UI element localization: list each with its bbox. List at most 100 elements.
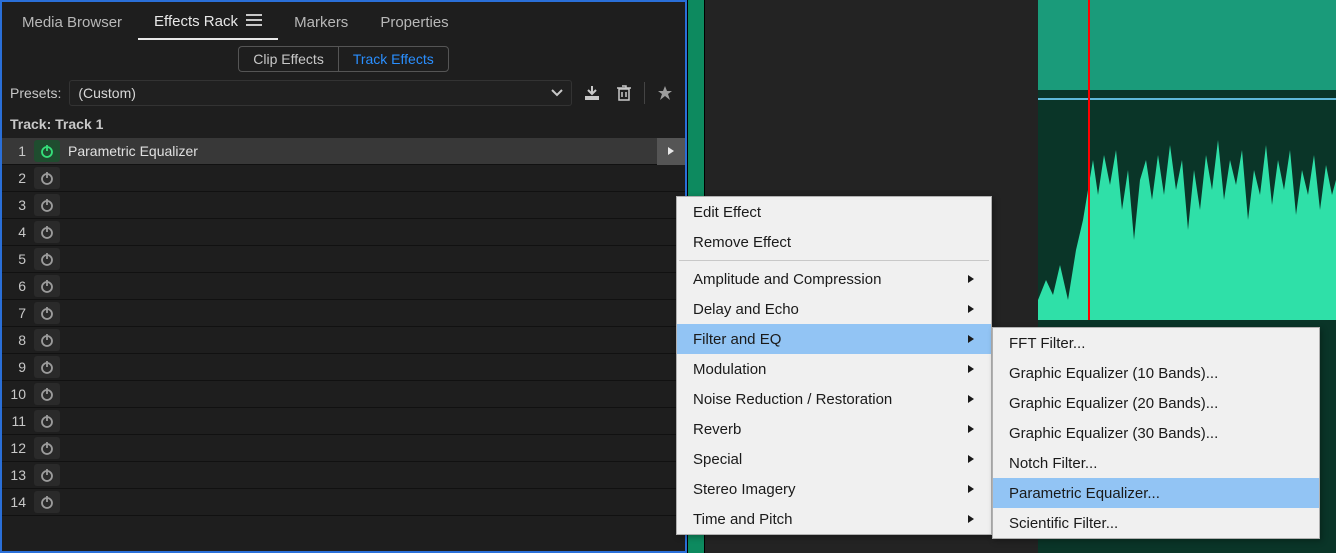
menu-item-label: Time and Pitch [693, 511, 793, 528]
power-toggle-icon[interactable] [34, 491, 60, 513]
submenu-item[interactable]: Graphic Equalizer (20 Bands)... [993, 388, 1319, 418]
menu-item[interactable]: Delay and Echo [677, 294, 991, 324]
power-toggle-icon[interactable] [34, 410, 60, 432]
tab-effects-rack[interactable]: Effects Rack [138, 5, 278, 40]
menu-item[interactable]: Edit Effect [677, 197, 991, 227]
power-toggle-icon[interactable] [34, 329, 60, 351]
presets-dropdown[interactable]: (Custom) [69, 80, 572, 106]
effect-slot[interactable]: 9 [2, 354, 685, 381]
power-toggle-icon[interactable] [34, 383, 60, 405]
submenu-item[interactable]: FFT Filter... [993, 328, 1319, 358]
power-toggle-icon[interactable] [34, 140, 60, 162]
effects-subtabs: Clip Effects Track Effects [2, 42, 685, 76]
subtab-clip-effects[interactable]: Clip Effects [238, 46, 338, 72]
effect-slot[interactable]: 7 [2, 300, 685, 327]
menu-item[interactable]: Amplitude and Compression [677, 264, 991, 294]
effect-slot[interactable]: 3 [2, 192, 685, 219]
power-toggle-icon[interactable] [34, 464, 60, 486]
subtab-track-effects[interactable]: Track Effects [338, 46, 449, 72]
power-toggle-icon[interactable] [34, 302, 60, 324]
save-preset-button[interactable] [580, 81, 604, 105]
submenu-arrow-icon [967, 301, 975, 318]
power-toggle-icon[interactable] [34, 356, 60, 378]
submenu-item-label: Graphic Equalizer (10 Bands)... [1009, 365, 1218, 382]
power-toggle-icon[interactable] [34, 221, 60, 243]
submenu-arrow-icon [967, 451, 975, 468]
power-toggle-icon[interactable] [34, 194, 60, 216]
tab-media-browser[interactable]: Media Browser [6, 6, 138, 39]
slot-expand-arrow-icon[interactable] [657, 138, 685, 165]
power-toggle-icon[interactable] [34, 437, 60, 459]
menu-item-label: Delay and Echo [693, 301, 799, 318]
track-label: Track: Track 1 [2, 110, 685, 138]
effect-slot[interactable]: 4 [2, 219, 685, 246]
slot-number: 13 [2, 467, 34, 483]
waveform-track-lower [1038, 100, 1336, 320]
power-toggle-icon[interactable] [34, 248, 60, 270]
submenu-arrow-icon [967, 271, 975, 288]
submenu-item-label: FFT Filter... [1009, 335, 1085, 352]
slot-number: 5 [2, 251, 34, 267]
menu-item-label: Reverb [693, 421, 741, 438]
submenu-item[interactable]: Graphic Equalizer (30 Bands)... [993, 418, 1319, 448]
submenu-item[interactable]: Parametric Equalizer... [993, 478, 1319, 508]
submenu-arrow-icon [967, 361, 975, 378]
submenu-arrow-icon [967, 481, 975, 498]
effect-slot[interactable]: 13 [2, 462, 685, 489]
effect-slot[interactable]: 14 [2, 489, 685, 516]
effect-slot[interactable]: 10 [2, 381, 685, 408]
tab-effects-rack-label: Effects Rack [154, 13, 238, 30]
favorite-button[interactable] [653, 81, 677, 105]
menu-item-label: Edit Effect [693, 204, 761, 221]
effect-slot[interactable]: 6 [2, 273, 685, 300]
menu-item[interactable]: Filter and EQ [677, 324, 991, 354]
tab-properties[interactable]: Properties [364, 6, 464, 39]
submenu-item[interactable]: Notch Filter... [993, 448, 1319, 478]
app-root: Media Browser Effects Rack Markers Prope… [0, 0, 1336, 553]
menu-item[interactable]: Stereo Imagery [677, 474, 991, 504]
submenu-item-label: Parametric Equalizer... [1009, 485, 1160, 502]
submenu-arrow-icon [967, 391, 975, 408]
slot-number: 4 [2, 224, 34, 240]
submenu-arrow-icon [967, 331, 975, 348]
slot-number: 7 [2, 305, 34, 321]
panel-menu-icon[interactable] [246, 13, 262, 25]
slot-number: 14 [2, 494, 34, 510]
effect-slot[interactable]: 12 [2, 435, 685, 462]
effect-slot[interactable]: 5 [2, 246, 685, 273]
delete-preset-button[interactable] [612, 81, 636, 105]
menu-item[interactable]: Reverb [677, 414, 991, 444]
menu-item-label: Noise Reduction / Restoration [693, 391, 892, 408]
effect-slot[interactable]: 8 [2, 327, 685, 354]
menu-item[interactable]: Time and Pitch [677, 504, 991, 534]
menu-item[interactable]: Modulation [677, 354, 991, 384]
power-toggle-icon[interactable] [34, 275, 60, 297]
slot-number: 6 [2, 278, 34, 294]
effect-slot[interactable]: 2 [2, 165, 685, 192]
tab-markers[interactable]: Markers [278, 6, 364, 39]
effects-rack-panel: Media Browser Effects Rack Markers Prope… [0, 0, 687, 553]
menu-item[interactable]: Noise Reduction / Restoration [677, 384, 991, 414]
slot-number: 9 [2, 359, 34, 375]
menu-item[interactable]: Special [677, 444, 991, 474]
submenu-arrow-icon [967, 421, 975, 438]
menu-item-label: Stereo Imagery [693, 481, 796, 498]
effect-slot[interactable]: 1Parametric Equalizer [2, 138, 685, 165]
waveform-track-upper [1038, 0, 1336, 90]
separator [644, 82, 645, 104]
menu-separator [679, 260, 989, 261]
slot-number: 12 [2, 440, 34, 456]
playhead-indicator[interactable] [1088, 0, 1090, 320]
presets-row: Presets: (Custom) [2, 76, 685, 110]
submenu-item[interactable]: Scientific Filter... [993, 508, 1319, 538]
effect-slot[interactable]: 11 [2, 408, 685, 435]
slot-number: 10 [2, 386, 34, 402]
presets-label: Presets: [10, 85, 61, 101]
menu-item-label: Filter and EQ [693, 331, 781, 348]
menu-item[interactable]: Remove Effect [677, 227, 991, 257]
menu-item-label: Remove Effect [693, 234, 791, 251]
menu-item-label: Special [693, 451, 742, 468]
submenu-item[interactable]: Graphic Equalizer (10 Bands)... [993, 358, 1319, 388]
submenu-item-label: Graphic Equalizer (30 Bands)... [1009, 425, 1218, 442]
power-toggle-icon[interactable] [34, 167, 60, 189]
